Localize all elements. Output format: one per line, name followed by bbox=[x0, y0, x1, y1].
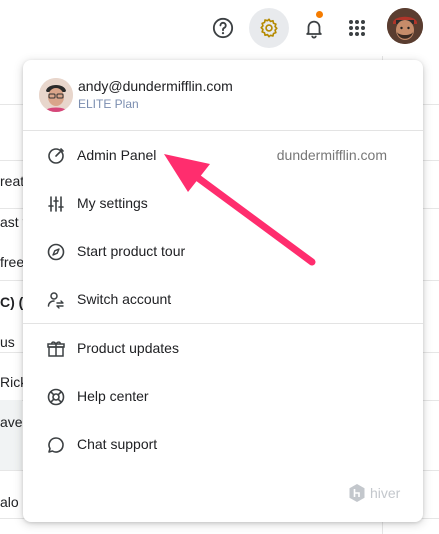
notifications-button[interactable] bbox=[294, 8, 334, 48]
organization-domain: dundermifflin.com bbox=[276, 147, 387, 163]
menu-item-label: Start product tour bbox=[77, 243, 186, 259]
menu-item-help-center[interactable]: Help center bbox=[23, 377, 423, 417]
menu-item-start-product-tour[interactable]: Start product tour bbox=[23, 232, 423, 272]
menu-item-admin-panel[interactable]: Admin Panel dundermifflin.com bbox=[23, 136, 423, 176]
lifebuoy-icon bbox=[47, 388, 65, 406]
hiver-logo: hiver bbox=[348, 482, 408, 504]
bg-fragment: us bbox=[0, 334, 15, 350]
menu-item-switch-account[interactable]: Switch account bbox=[23, 280, 423, 320]
bg-fragment: alo bbox=[0, 494, 19, 510]
menu-item-label: My settings bbox=[77, 195, 148, 211]
speedometer-icon bbox=[48, 148, 64, 164]
menu-divider bbox=[23, 130, 423, 131]
switch-user-icon bbox=[47, 292, 64, 309]
settings-button[interactable] bbox=[249, 8, 289, 48]
apps-button[interactable] bbox=[337, 8, 377, 48]
menu-user-header: andy@dundermifflin.com ELITE Plan bbox=[23, 60, 423, 130]
apps-grid-icon bbox=[349, 20, 365, 36]
gear-icon bbox=[260, 18, 278, 38]
bell-icon bbox=[306, 20, 322, 39]
bg-fragment: free bbox=[0, 254, 25, 270]
bg-fragment: ave bbox=[0, 414, 23, 430]
menu-item-chat-support[interactable]: Chat support bbox=[23, 425, 423, 465]
user-photo-icon bbox=[39, 78, 73, 112]
user-plan: ELITE Plan bbox=[78, 97, 139, 111]
menu-item-label: Switch account bbox=[77, 291, 172, 307]
bg-fragment: C) ( bbox=[0, 294, 24, 310]
menu-item-my-settings[interactable]: My settings bbox=[23, 184, 423, 224]
notification-dot bbox=[316, 11, 323, 18]
sliders-icon bbox=[48, 196, 64, 212]
menu-item-product-updates[interactable]: Product updates bbox=[23, 329, 423, 369]
chat-bubble-icon bbox=[48, 437, 64, 453]
user-email: andy@dundermifflin.com bbox=[78, 78, 233, 94]
gift-icon bbox=[47, 341, 65, 357]
menu-item-label: Chat support bbox=[77, 436, 158, 452]
compass-icon bbox=[47, 243, 65, 261]
user-photo-icon bbox=[387, 8, 423, 44]
menu-item-label: Help center bbox=[77, 388, 149, 404]
hiver-hexagon-icon bbox=[349, 484, 365, 502]
menu-item-label: Product updates bbox=[77, 340, 179, 356]
menu-divider bbox=[23, 323, 423, 324]
row-highlight bbox=[0, 400, 22, 470]
account-avatar[interactable] bbox=[387, 8, 423, 44]
bg-fragment: reat bbox=[0, 173, 25, 189]
help-button[interactable] bbox=[203, 8, 243, 48]
help-circle-icon bbox=[212, 17, 234, 39]
brand-name: hiver bbox=[370, 485, 401, 501]
menu-item-label: Admin Panel bbox=[77, 147, 157, 163]
top-bar bbox=[0, 0, 439, 56]
user-avatar bbox=[39, 78, 73, 112]
account-menu: andy@dundermifflin.com ELITE Plan Admin … bbox=[23, 60, 423, 522]
